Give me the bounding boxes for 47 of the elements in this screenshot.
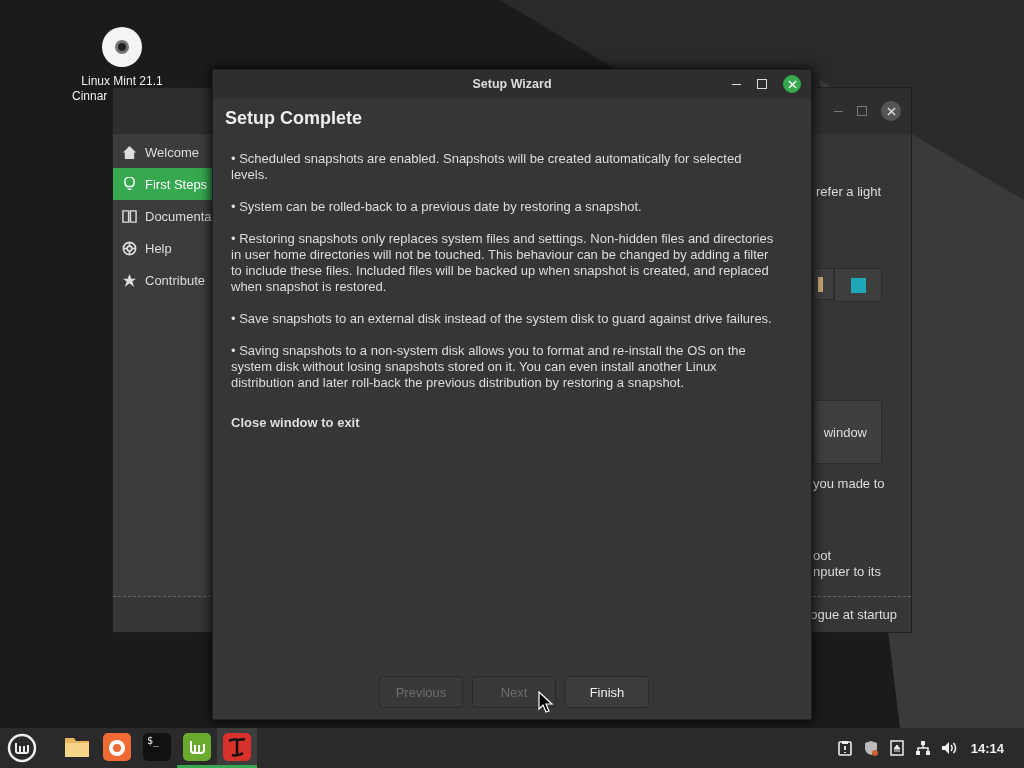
sidebar-item[interactable]: Contribute: [113, 264, 212, 296]
info-paragraph: • Scheduled snapshots are enabled. Snapshots will be created automatically for selected levels.: [231, 151, 743, 183]
home-icon: [122, 144, 137, 160]
eject-icon[interactable]: [888, 740, 905, 756]
close-button[interactable]: [783, 75, 801, 93]
star-icon: [122, 272, 137, 288]
clock[interactable]: 14:14: [970, 740, 1004, 756]
boot-description: oot: [813, 548, 833, 564]
book-icon: [122, 208, 137, 224]
panel-button[interactable]: window: [813, 400, 882, 464]
info-paragraph: • Save snapshots to an external disk instead of the system disk to guard against drive failures.: [231, 311, 773, 327]
app-icon: [223, 732, 251, 761]
color-swatch-button[interactable]: [834, 268, 882, 302]
minimize-icon[interactable]: [732, 83, 741, 85]
sidebar-item[interactable]: Help: [113, 232, 212, 264]
cursor-icon: [538, 691, 554, 713]
close-icon: [787, 79, 797, 89]
bulb-icon: [122, 176, 137, 192]
shield-icon[interactable]: [862, 740, 879, 756]
window-title: Setup Wizard: [472, 77, 552, 91]
mint-icon: [183, 732, 211, 761]
sidebar-item[interactable]: Welcome: [113, 136, 212, 168]
taskbar-app[interactable]: $_: [137, 728, 177, 768]
desktop-icon-label[interactable]: Cinnar: [72, 89, 108, 104]
sidebar-item[interactable]: Documenta: [113, 200, 212, 232]
theme-description: refer a light: [816, 184, 882, 199]
color-swatch-button[interactable]: [813, 268, 834, 300]
info-paragraph: • Saving snapshots to a non-system disk allows you to format and re-install the OS on the system disk without losing snapshots stored on it. You can even install another Linux distribution and later roll-back the previous distribution by restoring a snapshot.: [231, 343, 747, 391]
network-icon[interactable]: [914, 740, 931, 756]
close-icon: [886, 106, 896, 116]
desktop-icon-label[interactable]: Linux Mint 21.1: [81, 74, 163, 89]
info-paragraph: • System can be rolled-back to a previous date by restoring a snapshot.: [231, 199, 643, 215]
lifebuoy-icon: [122, 240, 137, 256]
close-button[interactable]: [881, 101, 901, 121]
disc-icon[interactable]: [102, 27, 142, 67]
terminal-icon: $_: [143, 732, 171, 761]
panel-description: you made to: [813, 476, 885, 491]
info-paragraph: • Restoring snapshots only replaces system files and settings. Non-hidden files and directories in user home directories will not be touched. This behaviour can be changed by adding a filter to include these files. Included files will be backed up when snapshot is created, and replaced when snapshot is restored.: [231, 231, 775, 295]
page-heading: Setup Complete: [225, 108, 363, 129]
closing-note: Close window to exit: [231, 415, 361, 430]
wizard-button[interactable]: Finish: [565, 676, 649, 708]
taskbar-app[interactable]: [217, 728, 257, 768]
clipboard-icon[interactable]: [836, 740, 853, 756]
browser-icon: [103, 732, 131, 761]
boot-description: nputer to its: [813, 564, 881, 580]
volume-icon[interactable]: [940, 740, 957, 756]
menu-icon[interactable]: [7, 733, 37, 763]
